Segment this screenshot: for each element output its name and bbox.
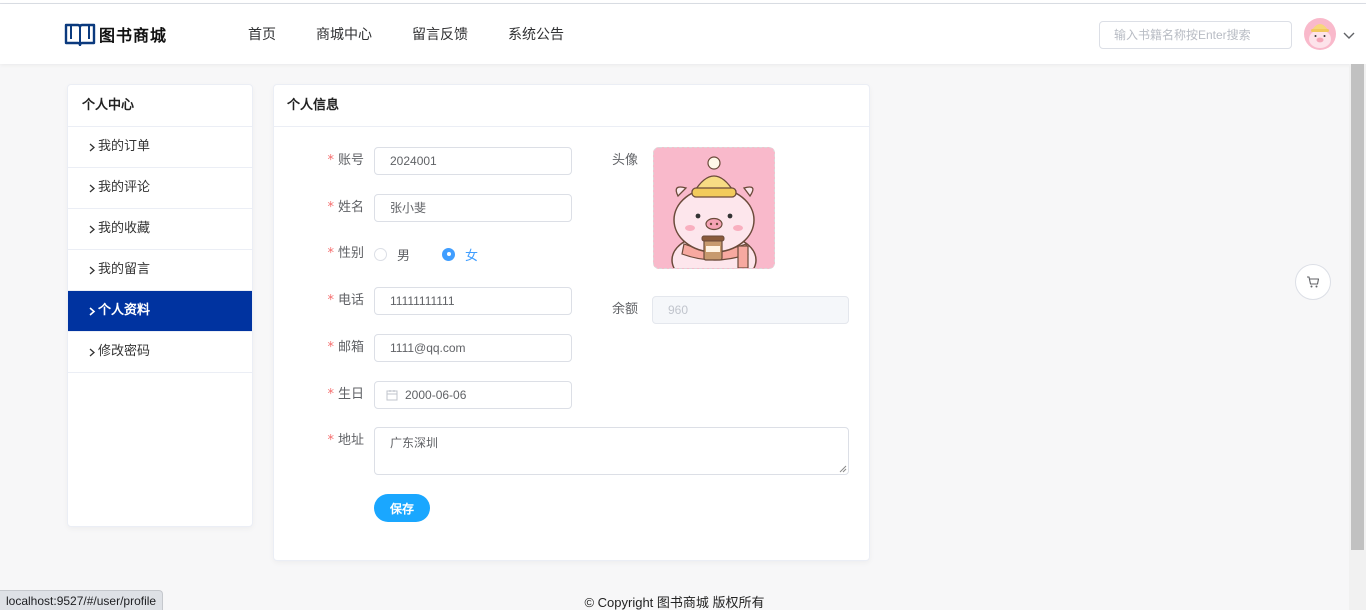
- sidebar-item-label: 我的收藏: [98, 221, 151, 236]
- sidebar-item-comments[interactable]: 我的评论: [68, 168, 252, 209]
- required-mark: *: [327, 246, 334, 261]
- radio-label: 男: [397, 248, 411, 264]
- sidebar-item-label: 修改密码: [98, 344, 151, 359]
- calendar-icon: [386, 390, 398, 401]
- birthday-date-picker[interactable]: 2000-06-06: [374, 381, 572, 409]
- sidebar-item-label: 个人资料: [98, 303, 151, 318]
- floating-cart-button[interactable]: [1295, 264, 1331, 300]
- nav-mall-center[interactable]: 商城中心: [316, 24, 372, 44]
- required-mark: *: [327, 340, 334, 355]
- panel-title: 个人信息: [274, 85, 869, 127]
- required-mark: *: [327, 387, 334, 402]
- address-value: 广东深圳: [390, 436, 439, 450]
- radio-label: 女: [465, 248, 479, 264]
- address-textarea[interactable]: 广东深圳: [374, 427, 849, 475]
- sidebar-item-favorites[interactable]: 我的收藏: [68, 209, 252, 250]
- required-mark: *: [327, 200, 334, 215]
- sidebar-item-change-password[interactable]: 修改密码: [68, 332, 252, 373]
- account-label: * 账号: [327, 153, 364, 168]
- chevron-right-icon: [89, 348, 95, 356]
- main-nav: 首页 商城中心 留言反馈 系统公告: [248, 4, 564, 64]
- user-center-sidebar: 个人中心 我的订单 我的评论 我的收藏 我的留言 个人资料 修改密码: [67, 84, 253, 527]
- header: 图书商城 首页 商城中心 留言反馈 系统公告: [0, 4, 1366, 64]
- status-bar-url: localhost:9527/#/user/profile: [0, 590, 164, 610]
- logo-text: 图书商城: [99, 26, 168, 45]
- save-button[interactable]: 保存: [374, 494, 430, 522]
- resize-handle-icon[interactable]: [839, 465, 847, 473]
- phone-label: * 电话: [327, 293, 364, 308]
- required-mark: *: [327, 293, 334, 308]
- name-label: * 姓名: [327, 200, 364, 215]
- email-field[interactable]: 1111@qq.com: [374, 334, 572, 362]
- gender-label: * 性别: [327, 246, 364, 261]
- sidebar-item-messages[interactable]: 我的留言: [68, 250, 252, 291]
- book-logo-icon: [64, 23, 96, 46]
- cart-icon: [1307, 276, 1320, 288]
- search-input[interactable]: [1099, 21, 1292, 49]
- radio-circle: [442, 247, 455, 261]
- address-label: * 地址: [327, 433, 364, 448]
- name-field[interactable]: 张小斐: [374, 194, 572, 222]
- account-field[interactable]: 2024001: [374, 147, 572, 175]
- gender-radio-male[interactable]: 男: [374, 240, 410, 268]
- footer-copyright: © Copyright 图书商城 版权所有: [584, 595, 765, 610]
- pig-avatar-icon: [654, 148, 774, 268]
- sidebar-item-label: 我的评论: [98, 180, 151, 195]
- sidebar-item-profile[interactable]: 个人资料: [68, 291, 252, 332]
- chevron-right-icon: [89, 306, 96, 316]
- birthday-label: * 生日: [327, 387, 364, 402]
- phone-field[interactable]: 11111111111: [374, 287, 572, 315]
- email-label: * 邮箱: [327, 340, 364, 355]
- avatar-uploader[interactable]: [653, 147, 775, 269]
- logo[interactable]: 图书商城: [64, 21, 167, 47]
- avatar[interactable]: [1304, 18, 1336, 50]
- chevron-right-icon: [89, 225, 95, 233]
- nav-home[interactable]: 首页: [248, 24, 276, 44]
- chevron-down-icon[interactable]: [1342, 28, 1356, 42]
- balance-field: 960: [652, 296, 849, 324]
- sidebar-title: 个人中心: [68, 85, 252, 127]
- avatar-label: 头像: [612, 153, 639, 168]
- nav-announcements[interactable]: 系统公告: [508, 24, 564, 44]
- profile-panel: 个人信息 * 账号 2024001 * 姓名 张小斐 * 性别 男 女 * 电话 111…: [273, 84, 870, 561]
- scrollbar-thumb[interactable]: [1351, 64, 1364, 550]
- pig-avatar-icon: [1304, 18, 1336, 50]
- radio-circle: [374, 247, 387, 261]
- chevron-right-icon: [89, 266, 95, 274]
- required-mark: *: [327, 433, 334, 448]
- chevron-right-icon: [89, 143, 95, 151]
- sidebar-item-label: 我的留言: [98, 262, 151, 277]
- nav-feedback[interactable]: 留言反馈: [412, 24, 468, 44]
- sidebar-item-label: 我的订单: [98, 139, 151, 154]
- gender-radio-female[interactable]: 女: [442, 240, 478, 268]
- page-scrollbar[interactable]: [1349, 64, 1366, 610]
- sidebar-item-orders[interactable]: 我的订单: [68, 127, 252, 168]
- chevron-right-icon: [89, 184, 95, 192]
- birthday-value: 2000-06-06: [405, 388, 467, 402]
- balance-label: 余额: [612, 302, 639, 317]
- required-mark: *: [327, 153, 334, 168]
